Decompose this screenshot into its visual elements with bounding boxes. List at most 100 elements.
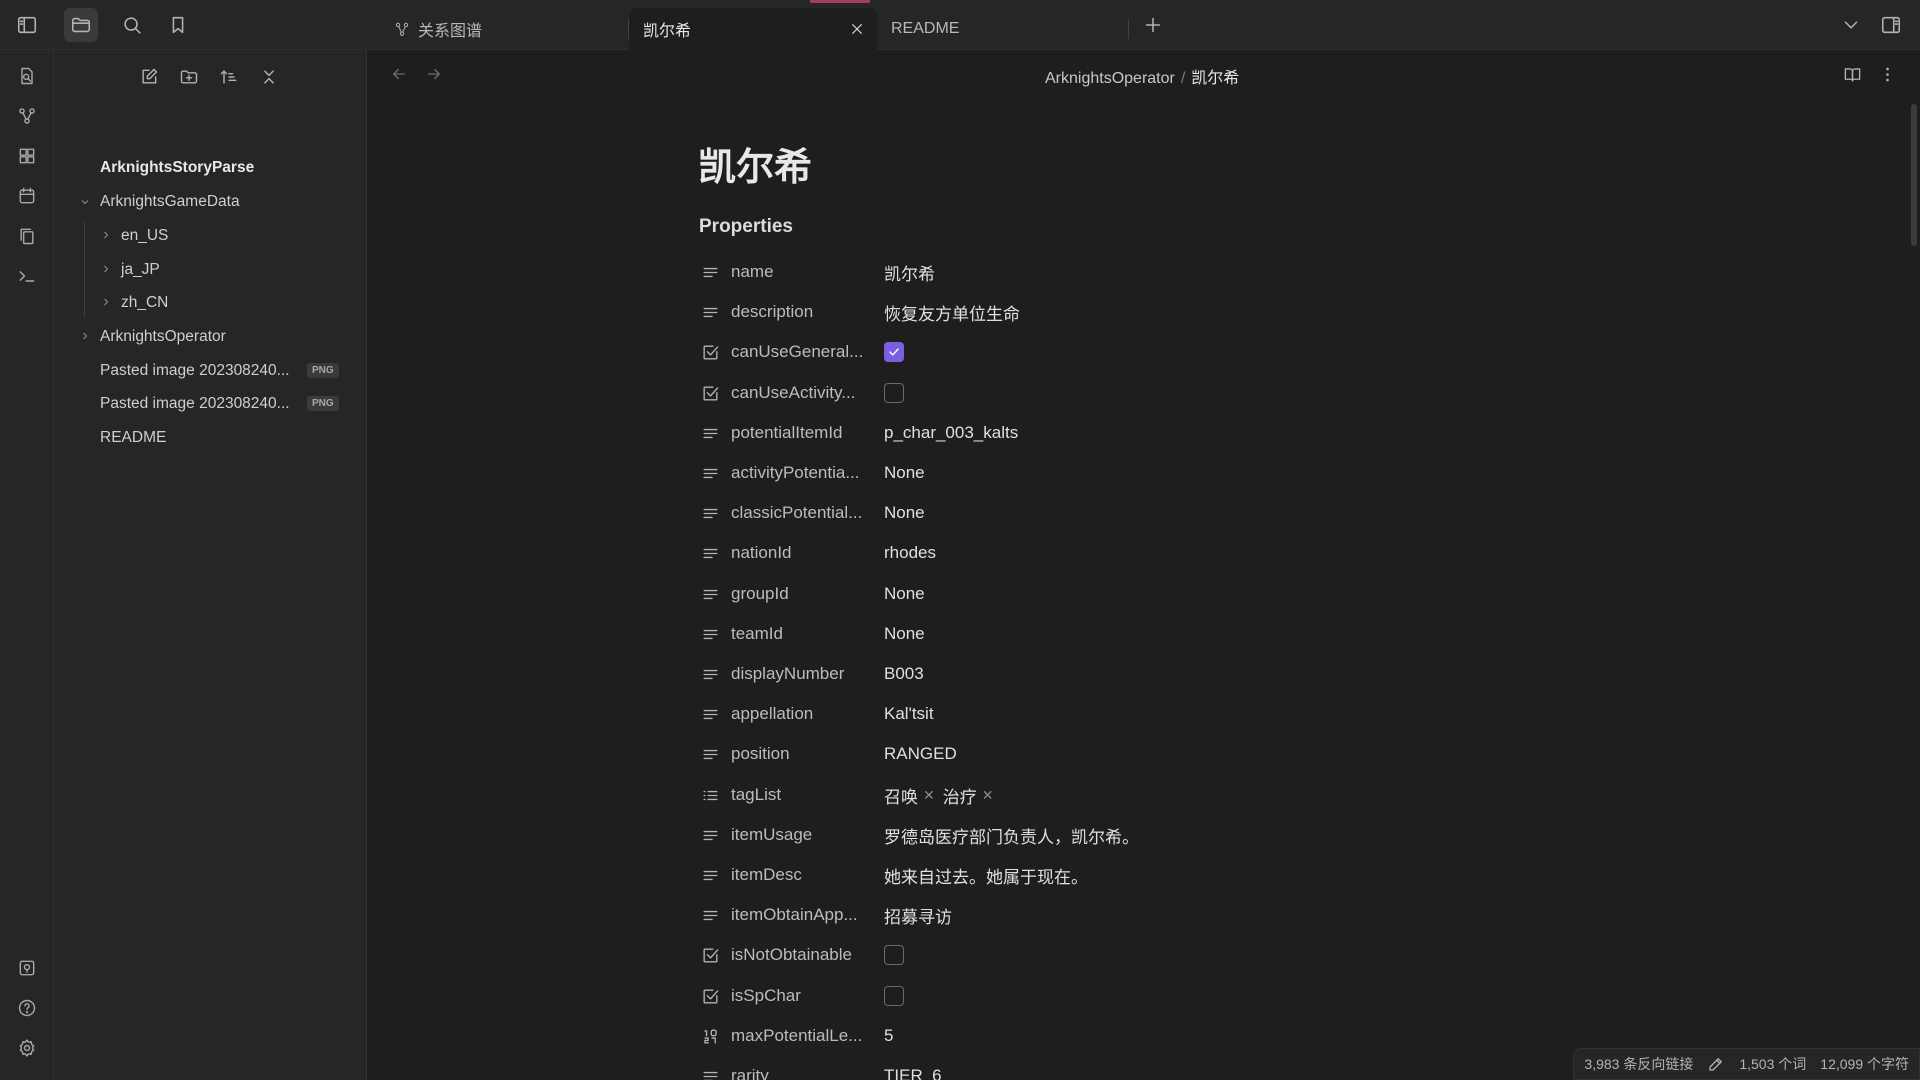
calendar-icon[interactable]	[12, 181, 42, 211]
property-value[interactable]: 恢复友方单位生命	[884, 300, 1020, 325]
text-lines-icon[interactable]	[699, 703, 721, 725]
number-icon[interactable]	[699, 1025, 721, 1047]
chevron-right-icon[interactable]	[99, 295, 113, 309]
property-key[interactable]: appellation	[731, 704, 884, 724]
property-row[interactable]: isSpChar	[699, 976, 1499, 1016]
property-value[interactable]: 罗德岛医疗部门负责人，凯尔希。	[884, 823, 1139, 848]
property-row[interactable]: groupId None	[699, 574, 1499, 614]
property-row[interactable]: activityPotentia... None	[699, 453, 1499, 493]
property-key[interactable]: nationId	[731, 543, 884, 563]
text-lines-icon[interactable]	[699, 1065, 721, 1080]
text-lines-icon[interactable]	[699, 864, 721, 886]
toggle-right-sidebar-icon[interactable]	[1874, 8, 1908, 42]
property-row[interactable]: tagList 召唤 ✕ 治疗 ✕	[699, 775, 1499, 815]
search-icon[interactable]	[115, 8, 149, 42]
text-lines-icon[interactable]	[699, 301, 721, 323]
property-row[interactable]: nationId rhodes	[699, 533, 1499, 573]
note-title[interactable]: 凯尔希	[698, 136, 812, 191]
property-checkbox-cell[interactable]	[884, 986, 904, 1006]
new-note-icon[interactable]	[134, 62, 164, 92]
toggle-left-sidebar-icon[interactable]	[10, 8, 44, 42]
breadcrumb-parent[interactable]: ArknightsOperator	[1045, 70, 1175, 87]
property-value[interactable]: B003	[884, 664, 924, 684]
property-value[interactable]: 她来自过去。她属于现在。	[884, 863, 1088, 888]
property-row[interactable]: teamId None	[699, 614, 1499, 654]
property-checkbox-cell[interactable]	[884, 945, 904, 965]
vault-switch-icon[interactable]	[12, 953, 42, 983]
checkbox-unchecked[interactable]	[884, 945, 904, 965]
property-row[interactable]: maxPotentialLe... 5	[699, 1016, 1499, 1056]
checkbox-checked[interactable]	[884, 342, 904, 362]
property-value[interactable]: None	[884, 584, 925, 604]
property-row[interactable]: displayNumber B003	[699, 654, 1499, 694]
copy-pages-icon[interactable]	[12, 221, 42, 251]
remove-tag-icon[interactable]: ✕	[923, 787, 935, 804]
property-value[interactable]: TIER_6	[884, 1066, 942, 1080]
property-key[interactable]: description	[731, 302, 884, 322]
property-checkbox-cell[interactable]	[884, 342, 904, 362]
property-tag-list[interactable]: 召唤 ✕ 治疗 ✕	[884, 783, 1001, 808]
checkbox-type-icon[interactable]	[699, 944, 721, 966]
text-lines-icon[interactable]	[699, 663, 721, 685]
collapse-all-icon[interactable]	[254, 62, 284, 92]
chevron-right-icon[interactable]	[78, 329, 92, 343]
tag-pill[interactable]: 治疗 ✕	[943, 783, 994, 808]
property-key[interactable]: isSpChar	[731, 986, 884, 1006]
list-icon[interactable]	[699, 784, 721, 806]
property-row[interactable]: rarity TIER_6	[699, 1056, 1499, 1080]
files-folder-icon[interactable]	[64, 8, 98, 42]
forward-arrow-icon[interactable]	[422, 62, 446, 86]
property-key[interactable]: canUseActivity...	[731, 383, 884, 403]
property-value[interactable]: Kal'tsit	[884, 704, 934, 724]
property-row[interactable]: description 恢复友方单位生命	[699, 292, 1499, 332]
new-tab-plus-icon[interactable]	[1136, 8, 1170, 42]
text-lines-icon[interactable]	[699, 623, 721, 645]
chevron-right-icon[interactable]	[99, 228, 113, 242]
text-lines-icon[interactable]	[699, 583, 721, 605]
property-row[interactable]: itemObtainApp... 招募寻访	[699, 895, 1499, 935]
open-quick-switcher-icon[interactable]	[12, 61, 42, 91]
property-row[interactable]: potentialItemId p_char_003_kalts	[699, 413, 1499, 453]
property-value[interactable]: RANGED	[884, 744, 957, 764]
tab-graph[interactable]: 关系图谱	[380, 8, 628, 50]
property-value[interactable]: None	[884, 463, 925, 483]
property-row[interactable]: classicPotential... None	[699, 493, 1499, 533]
checkbox-type-icon[interactable]	[699, 341, 721, 363]
tree-folder-ja-jp[interactable]: ja_JP	[121, 255, 160, 285]
text-lines-icon[interactable]	[699, 502, 721, 524]
tab-active-note[interactable]: 凯尔希	[629, 8, 877, 50]
property-row[interactable]: isNotObtainable	[699, 935, 1499, 975]
edit-pencil-icon[interactable]	[1707, 1055, 1725, 1073]
text-lines-icon[interactable]	[699, 422, 721, 444]
property-key[interactable]: isNotObtainable	[731, 945, 884, 965]
property-row[interactable]: canUseGeneral...	[699, 332, 1499, 372]
tag-pill[interactable]: 召唤 ✕	[884, 783, 935, 808]
checkbox-unchecked[interactable]	[884, 383, 904, 403]
tree-folder-arknightsgamedata[interactable]: ArknightsGameData	[100, 187, 240, 217]
property-value[interactable]: 招募寻访	[884, 903, 952, 928]
scrollbar-thumb[interactable]	[1911, 104, 1917, 246]
property-value[interactable]: None	[884, 503, 925, 523]
property-value[interactable]: None	[884, 624, 925, 644]
tree-folder-en-us[interactable]: en_US	[121, 221, 168, 251]
terminal-icon[interactable]	[12, 261, 42, 291]
property-checkbox-cell[interactable]	[884, 383, 904, 403]
text-lines-icon[interactable]	[699, 261, 721, 283]
property-key[interactable]: canUseGeneral...	[731, 342, 884, 362]
canvas-grid-icon[interactable]	[12, 141, 42, 171]
new-folder-icon[interactable]	[174, 62, 204, 92]
property-row[interactable]: canUseActivity...	[699, 373, 1499, 413]
more-options-icon[interactable]	[1875, 62, 1899, 86]
back-arrow-icon[interactable]	[387, 62, 411, 86]
property-row[interactable]: position RANGED	[699, 734, 1499, 774]
property-row[interactable]: appellation Kal'tsit	[699, 694, 1499, 734]
tree-file-readme[interactable]: README	[100, 423, 166, 453]
text-lines-icon[interactable]	[699, 824, 721, 846]
properties-heading[interactable]: Properties	[699, 216, 793, 238]
text-lines-icon[interactable]	[699, 743, 721, 765]
property-key[interactable]: name	[731, 262, 884, 282]
property-key[interactable]: itemUsage	[731, 825, 884, 845]
tab-readme[interactable]: README	[877, 8, 1125, 50]
reading-view-book-icon[interactable]	[1840, 62, 1864, 86]
graph-view-icon[interactable]	[12, 101, 42, 131]
